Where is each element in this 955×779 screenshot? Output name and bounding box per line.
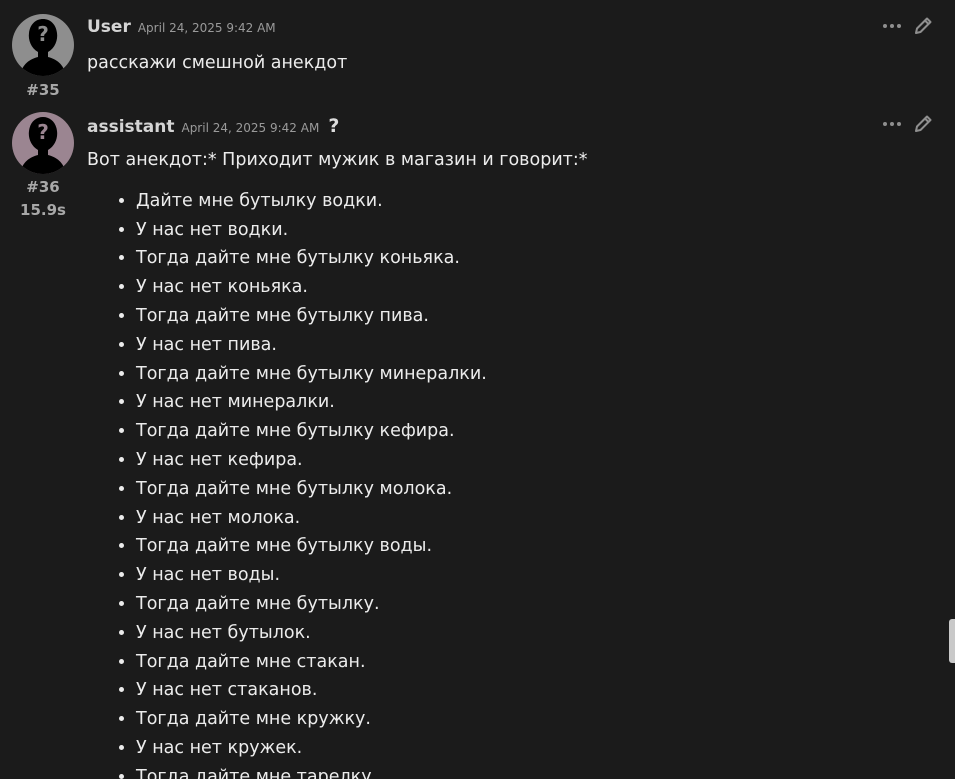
list-item: Тогда дайте мне бутылку пива. (136, 302, 935, 331)
chat-history: ? #35 User April 24, 2025 9:42 AM расска… (0, 0, 955, 779)
list-item: Тогда дайте мне бутылку. (136, 590, 935, 619)
user-avatar[interactable]: ? (12, 14, 74, 76)
list-item: Тогда дайте мне бутылку кефира. (136, 417, 935, 446)
user-message-actions (883, 16, 933, 36)
message-timestamp: April 24, 2025 9:42 AM (137, 21, 276, 35)
assistant-message-meta: #36 15.9s (8, 176, 78, 222)
list-item: У нас нет бутылок. (136, 619, 935, 648)
list-item: Тогда дайте мне кружку. (136, 705, 935, 734)
assistant-message-header: assistant April 24, 2025 9:42 AM ? (87, 115, 339, 137)
message-timestamp: April 24, 2025 9:42 AM (181, 121, 320, 135)
list-item: У нас нет воды. (136, 561, 935, 590)
joke-list: Дайте мне бутылку водки. У нас нет водки… (87, 187, 935, 779)
list-item: Тогда дайте мне бутылку воды. (136, 532, 935, 561)
more-dots-icon[interactable] (883, 16, 901, 36)
list-item: У нас нет коньяка. (136, 273, 935, 302)
message-number: #36 (26, 178, 60, 196)
more-dots-icon[interactable] (883, 114, 901, 134)
pencil-icon[interactable] (913, 16, 933, 36)
list-item: У нас нет молока. (136, 504, 935, 533)
unknown-person-icon: ? (20, 117, 66, 174)
list-item: Тогда дайте мне бутылку минералки. (136, 360, 935, 389)
list-item: У нас нет кружек. (136, 734, 935, 763)
assistant-message-content: Вот анекдот:* Приходит мужик в магазин и… (87, 146, 935, 779)
svg-text:?: ? (37, 22, 49, 46)
list-item: У нас нет пива. (136, 331, 935, 360)
sender-name: assistant (87, 117, 175, 137)
assistant-avatar[interactable]: ? (12, 112, 74, 174)
pencil-icon[interactable] (913, 114, 933, 134)
list-item: У нас нет водки. (136, 216, 935, 245)
list-item: Тогда дайте мне стакан. (136, 648, 935, 677)
user-message-content: расскажи смешной анекдот (87, 49, 935, 78)
assistant-message: ? #36 15.9s assistant April 24, 2025 9:4… (0, 112, 955, 779)
message-number: #35 (26, 81, 60, 99)
help-icon[interactable]: ? (328, 115, 339, 137)
list-item: У нас нет минералки. (136, 388, 935, 417)
unknown-person-icon: ? (20, 19, 66, 76)
list-item: Тогда дайте мне бутылку коньяка. (136, 244, 935, 273)
svg-text:?: ? (37, 120, 49, 144)
user-message: ? #35 User April 24, 2025 9:42 AM расска… (0, 14, 955, 104)
list-item: У нас нет кефира. (136, 446, 935, 475)
user-message-header: User April 24, 2025 9:42 AM (87, 17, 276, 37)
sender-name: User (87, 17, 131, 37)
list-item: Тогда дайте мне тарелку. (136, 763, 935, 779)
scrollbar-thumb[interactable] (949, 619, 955, 663)
list-item: Тогда дайте мне бутылку молока. (136, 475, 935, 504)
message-text: расскажи смешной анекдот (87, 53, 348, 73)
message-intro: Вот анекдот:* Приходит мужик в магазин и… (87, 150, 588, 170)
user-message-meta: #35 (8, 79, 78, 102)
response-duration: 15.9s (20, 201, 66, 219)
list-item: Дайте мне бутылку водки. (136, 187, 935, 216)
list-item: У нас нет стаканов. (136, 676, 935, 705)
assistant-message-actions (883, 114, 933, 134)
